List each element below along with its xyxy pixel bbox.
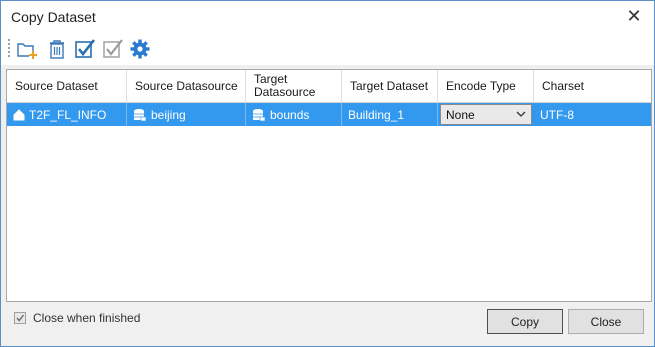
column-header-source-dataset[interactable]: Source Dataset xyxy=(7,70,127,102)
close-when-finished-checkbox[interactable] xyxy=(14,312,26,324)
close-when-finished-label: Close when finished xyxy=(33,311,141,325)
chevron-down-icon xyxy=(516,111,526,117)
settings-icon[interactable] xyxy=(129,38,151,60)
close-button[interactable]: Close xyxy=(568,309,644,334)
target-datasource-value: bounds xyxy=(270,107,310,122)
checkmark-icon xyxy=(16,314,25,322)
title-bar: Copy Dataset ✕ xyxy=(1,1,654,33)
dataset-grid: Source Dataset Source Datasource Target … xyxy=(6,69,652,302)
charset-value: UTF-8 xyxy=(540,107,574,122)
database-icon xyxy=(253,108,266,121)
invert-selection-icon[interactable] xyxy=(102,38,124,60)
database-icon xyxy=(134,108,147,121)
close-icon[interactable]: ✕ xyxy=(626,6,642,26)
copy-button[interactable]: Copy xyxy=(487,309,563,334)
target-dataset-value: Building_1 xyxy=(348,107,405,122)
encode-type-value: None xyxy=(446,107,475,122)
copy-dataset-dialog: Copy Dataset ✕ Source Dataset Source Dat… xyxy=(0,0,655,347)
add-folder-icon[interactable] xyxy=(16,38,38,60)
cell-target-dataset[interactable]: Building_1 xyxy=(342,103,438,126)
toolbar xyxy=(1,33,654,65)
toolbar-grip xyxy=(8,39,10,59)
cell-target-datasource[interactable]: bounds xyxy=(246,103,342,126)
column-header-charset[interactable]: Charset xyxy=(534,70,651,102)
select-all-icon[interactable] xyxy=(74,38,96,60)
cell-source-datasource[interactable]: beijing xyxy=(127,103,246,126)
grid-header: Source Dataset Source Datasource Target … xyxy=(7,70,651,103)
source-dataset-value: T2F_FL_INFO xyxy=(29,107,107,122)
column-header-encode-type[interactable]: Encode Type xyxy=(438,70,534,102)
cell-charset[interactable]: UTF-8 xyxy=(534,103,651,126)
column-header-source-datasource[interactable]: Source Datasource xyxy=(127,70,246,102)
region-dataset-icon xyxy=(13,108,25,120)
table-row[interactable]: T2F_FL_INFO beijing bounds Building_1 UT… xyxy=(7,103,651,126)
cell-source-dataset[interactable]: T2F_FL_INFO xyxy=(7,103,127,126)
column-header-target-datasource[interactable]: Target Datasource xyxy=(246,70,342,102)
encode-type-dropdown[interactable]: None xyxy=(440,104,532,125)
column-header-target-dataset[interactable]: Target Dataset xyxy=(342,70,438,102)
delete-icon[interactable] xyxy=(46,38,68,60)
dialog-title: Copy Dataset xyxy=(11,9,96,25)
source-datasource-value: beijing xyxy=(151,107,186,122)
